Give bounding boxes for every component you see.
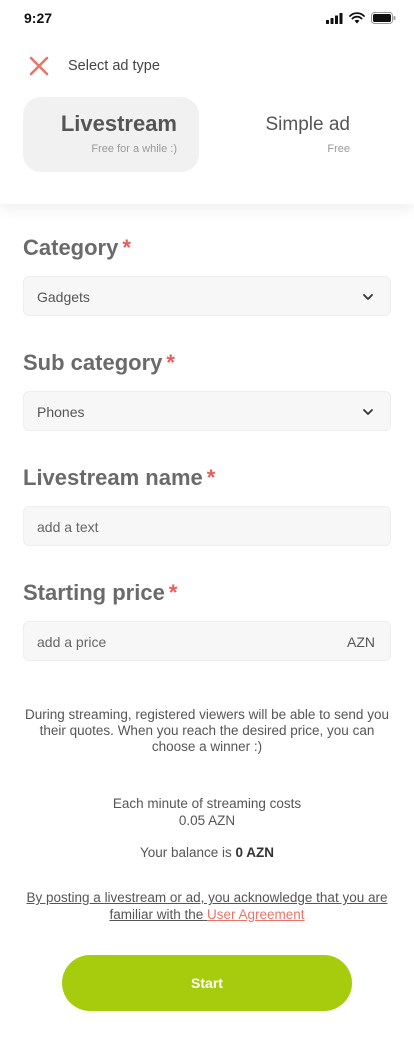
cost-line-1: Each minute of streaming costs — [112, 796, 302, 811]
starting-price-placeholder: add a price — [37, 634, 107, 650]
category-label: Category * — [23, 235, 131, 261]
livestream-name-input[interactable]: add a text — [23, 506, 391, 546]
header-title: Select ad type — [68, 58, 160, 74]
category-value: Gadgets — [37, 289, 90, 305]
required-mark: * — [122, 235, 131, 260]
signal-icon — [326, 12, 343, 24]
ad-type-subtitle: Free — [327, 143, 350, 155]
chevron-down-icon — [363, 294, 373, 300]
wifi-icon — [349, 12, 365, 24]
ad-type-livestream[interactable]: Livestream Free for a while :) — [23, 97, 199, 172]
close-button[interactable] — [26, 53, 52, 79]
currency-suffix: AZN — [347, 634, 375, 650]
required-mark: * — [166, 350, 175, 375]
category-label-text: Category — [23, 235, 119, 260]
ad-type-subtitle: Free for a while :) — [91, 143, 177, 155]
balance-label: Your balance is — [139, 845, 232, 860]
status-time: 9:27 — [24, 10, 53, 26]
required-mark: * — [206, 465, 216, 490]
start-button[interactable]: Start — [62, 955, 352, 1011]
sub-category-select[interactable]: Phones — [23, 391, 391, 431]
livestream-name-label: Livestream name * — [23, 465, 215, 491]
streaming-note: During streaming, registered viewers wil… — [25, 707, 389, 754]
starting-price-input[interactable]: add a price AZN — [23, 621, 391, 661]
balance-value: 0 AZN — [235, 845, 275, 860]
starting-price-label: Starting price * — [23, 580, 177, 606]
user-agreement-link[interactable]: User Agreement — [207, 907, 305, 922]
balance-line: Your balance is 0 AZN — [20, 845, 394, 861]
category-select[interactable]: Gadgets — [23, 276, 391, 316]
ad-type-simple[interactable]: Simple ad Free — [218, 97, 394, 172]
close-icon — [29, 56, 49, 76]
sub-category-value: Phones — [37, 404, 85, 420]
sub-category-label: Sub category * — [23, 350, 175, 376]
ad-type-title: Livestream — [60, 111, 177, 136]
starting-price-label-text: Starting price — [23, 580, 165, 605]
status-bar: 9:27 — [0, 0, 414, 38]
agreement-text: By posting a livestream or ad, you ackno… — [20, 889, 394, 923]
required-mark: * — [168, 580, 178, 605]
livestream-name-label-text: Livestream name — [23, 465, 203, 490]
battery-icon — [371, 12, 396, 24]
sub-category-label-text: Sub category — [23, 350, 163, 375]
cost-line-2: 0.05 AZN — [178, 813, 236, 828]
status-icons — [326, 12, 396, 24]
chevron-down-icon — [363, 409, 373, 415]
ad-type-title: Simple ad — [265, 114, 351, 135]
livestream-name-placeholder: add a text — [37, 519, 99, 535]
start-button-label: Start — [191, 975, 223, 991]
